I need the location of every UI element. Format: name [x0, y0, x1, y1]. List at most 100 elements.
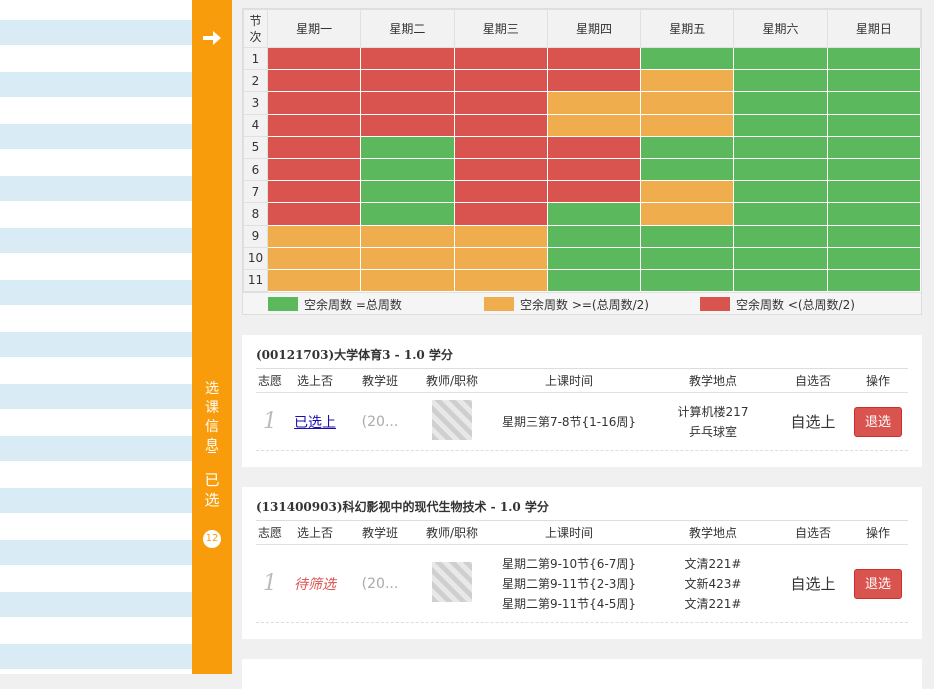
- period-row: 1: [243, 46, 922, 71]
- column-header: 自选否: [794, 374, 831, 388]
- self-select-status: 自选上: [790, 575, 836, 593]
- availability-cell: [266, 246, 362, 270]
- availability-cell: [453, 224, 548, 248]
- availability-cell: [453, 157, 548, 182]
- list-row: [0, 20, 192, 46]
- column-header: 志愿: [257, 374, 282, 388]
- class-times: 星期二第9-10节{6-7周} 星期二第9-11节{2-3周} 星期二第9-11节{…: [490, 554, 648, 614]
- list-row: [0, 46, 192, 72]
- availability-cell: [640, 224, 735, 248]
- day-header: 星期三: [453, 9, 548, 48]
- availability-cell: [360, 113, 455, 137]
- day-header: 星期日: [826, 9, 922, 48]
- class-times: 星期三第7-8节{1-16周}: [490, 412, 648, 432]
- availability-cell: [826, 224, 922, 248]
- course-row: 1 待筛选 (20... 星期二第9-10节{6-7周} 星期二第9-11节{2-…: [256, 545, 908, 623]
- availability-cell: [266, 180, 362, 204]
- period-number: 3: [243, 91, 268, 115]
- column-header: 选上否: [296, 526, 333, 540]
- availability-cell: [826, 246, 922, 270]
- period-row: 2: [243, 69, 922, 93]
- availability-cell: [453, 69, 548, 93]
- class-time: 星期二第9-11节{4-5周}: [501, 596, 637, 611]
- availability-cell: [266, 202, 362, 226]
- selection-status[interactable]: 已选上: [294, 415, 336, 431]
- list-row: [0, 618, 192, 644]
- availability-cell: [733, 113, 828, 137]
- selection-status: 待筛选: [294, 576, 336, 593]
- list-row: [0, 72, 192, 98]
- availability-cell: [453, 246, 548, 270]
- availability-cell: [453, 135, 548, 159]
- drop-course-button[interactable]: 退选: [854, 568, 902, 599]
- timetable-legend: 空余周数 =总周数 空余周数 >=(总周数/2) 空余周数 <(总周数/2): [243, 292, 921, 315]
- availability-cell: [546, 246, 642, 270]
- period-row: 11: [243, 268, 922, 293]
- availability-cell: [360, 202, 455, 226]
- column-header: 教学地点: [688, 526, 737, 540]
- list-row: [0, 0, 192, 20]
- availability-cell: [640, 113, 735, 137]
- legend-swatch: [268, 297, 298, 312]
- availability-cell: [266, 224, 362, 248]
- availability-cell: [733, 46, 828, 71]
- period-number: 5: [243, 135, 268, 159]
- list-row: [0, 540, 192, 566]
- availability-cell: [826, 268, 922, 293]
- divider: [208, 452, 216, 453]
- availability-cell: [266, 268, 362, 293]
- availability-cell: [546, 46, 642, 71]
- vertical-char: 课: [205, 400, 219, 416]
- availability-cell: [266, 135, 362, 159]
- availability-cell: [453, 180, 548, 204]
- availability-cell: [360, 91, 455, 115]
- course-title: (131400903)科幻影视中的现代生物技术 - 1.0 学分: [256, 487, 908, 521]
- availability-cell: [453, 46, 548, 71]
- selection-info-sidebar[interactable]: 选课信息 已选 12: [192, 0, 232, 674]
- course-card: (00121703)大学体育3 - 1.0 学分 志愿 选上否 教学班 教师/职称 上课…: [242, 335, 922, 467]
- legend-label: 空余周数 <(总周数/2): [736, 297, 855, 312]
- availability-cell: [826, 157, 922, 182]
- column-header: 教学班: [361, 526, 398, 540]
- list-row: [0, 202, 192, 228]
- class-locations: 文清221# 文新423# 文清221#: [648, 554, 778, 614]
- period-row: 6: [243, 157, 922, 182]
- list-row: [0, 436, 192, 462]
- availability-cell: [453, 113, 548, 137]
- list-row: [0, 592, 192, 618]
- availability-cell: [640, 46, 735, 71]
- column-header: 上课时间: [544, 526, 593, 540]
- column-header: 教学地点: [688, 374, 737, 388]
- availability-cell: [733, 135, 828, 159]
- list-row: [0, 488, 192, 514]
- availability-cell: [640, 180, 735, 204]
- day-header: 星期六: [733, 9, 828, 48]
- class-locations: 计算机楼217 乒乓球室: [648, 402, 778, 442]
- list-row: [0, 358, 192, 384]
- availability-cell: [546, 91, 642, 115]
- drop-course-button[interactable]: 退选: [854, 406, 902, 437]
- column-header: 教学班: [361, 374, 398, 388]
- period-number: 7: [243, 180, 268, 204]
- list-row: [0, 644, 192, 670]
- period-row: 5: [243, 135, 922, 159]
- availability-cell: [733, 246, 828, 270]
- availability-cell: [266, 91, 362, 115]
- availability-cell: [360, 135, 455, 159]
- availability-cell: [546, 69, 642, 93]
- priority: 1: [263, 571, 277, 596]
- arrow-right-icon[interactable]: [200, 26, 224, 50]
- vertical-char: 已: [204, 471, 220, 489]
- availability-cell: [546, 268, 642, 293]
- availability-cell: [546, 202, 642, 226]
- vertical-char: 息: [205, 438, 219, 454]
- course-table-header: 志愿 选上否 教学班 教师/职称 上课时间 教学地点 自选否 操作: [256, 369, 908, 393]
- vertical-char: 选: [205, 381, 219, 397]
- class-time: 星期二第9-11节{2-3周}: [501, 576, 637, 591]
- availability-cell: [546, 157, 642, 182]
- availability-cell: [360, 46, 455, 71]
- class-location: 文清221#: [684, 596, 742, 611]
- availability-cell: [546, 135, 642, 159]
- availability-cell: [733, 202, 828, 226]
- period-row: 10: [243, 246, 922, 270]
